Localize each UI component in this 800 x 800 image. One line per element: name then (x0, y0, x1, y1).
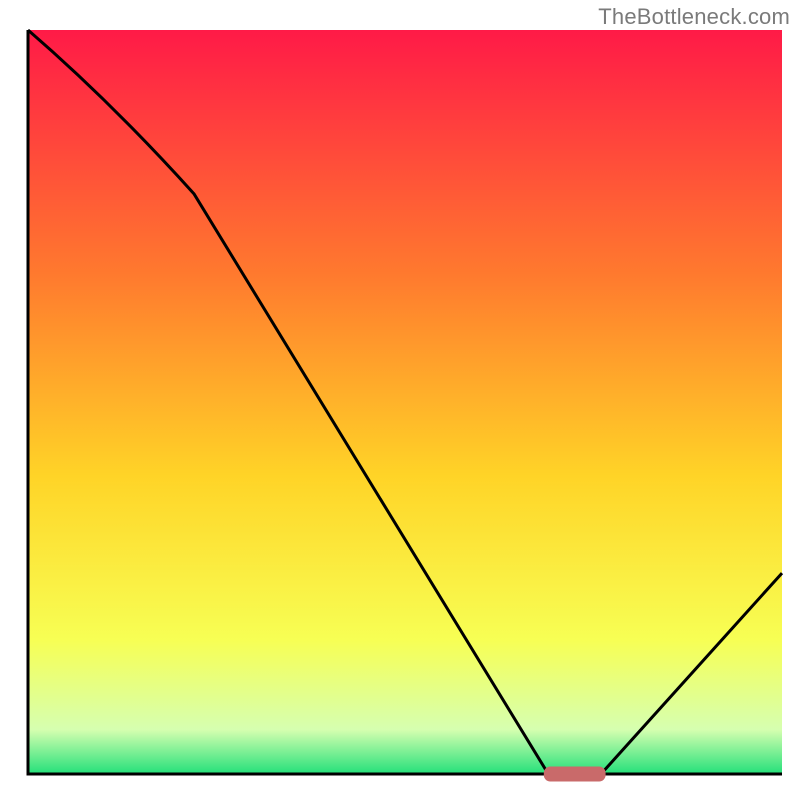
chart-container: TheBottleneck.com (0, 0, 800, 800)
chart-svg (0, 0, 800, 800)
optimal-marker (544, 767, 605, 781)
watermark-text: TheBottleneck.com (598, 4, 790, 30)
plot-background (28, 30, 782, 774)
